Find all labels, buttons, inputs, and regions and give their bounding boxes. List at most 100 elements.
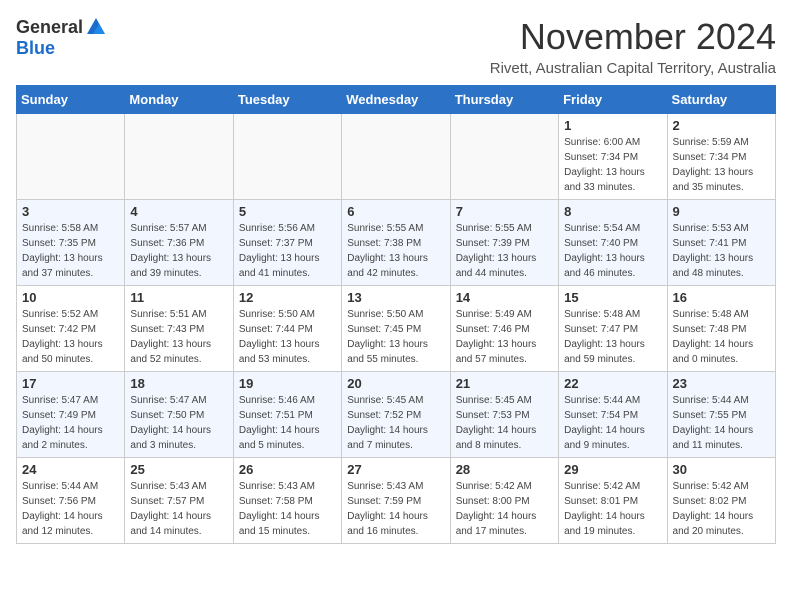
day-info: Sunrise: 5:53 AM Sunset: 7:41 PM Dayligh… [673,221,770,281]
day-number: 26 [239,462,336,477]
calendar-week-row: 10Sunrise: 5:52 AM Sunset: 7:42 PM Dayli… [17,286,776,372]
day-number: 4 [130,204,227,219]
day-info: Sunrise: 5:56 AM Sunset: 7:37 PM Dayligh… [239,221,336,281]
day-number: 17 [22,376,119,391]
table-row: 6 Sunrise: 5:55 AM Sunset: 7:38 PM Daylig… [342,200,450,286]
day-info: Sunrise: 5:57 AM Sunset: 7:36 PM Dayligh… [130,221,227,281]
day-number: 5 [239,204,336,219]
day-number: 15 [564,290,661,305]
calendar-table: Sunday Monday Tuesday Wednesday Thursday… [16,85,776,544]
month-title: November 2024 [490,16,776,58]
table-row: 11 Sunrise: 5:51 AM Sunset: 7:43 PM Dayli… [125,286,233,372]
table-row: 2 Sunrise: 5:59 AM Sunset: 7:34 PM Daylig… [667,114,775,200]
col-tuesday: Tuesday [233,86,341,114]
logo: General Blue [16,16,107,59]
day-info: Sunrise: 5:55 AM Sunset: 7:38 PM Dayligh… [347,221,444,281]
day-number: 6 [347,204,444,219]
day-info: Sunrise: 5:45 AM Sunset: 7:52 PM Dayligh… [347,393,444,453]
col-saturday: Saturday [667,86,775,114]
table-row: 14 Sunrise: 5:49 AM Sunset: 7:46 PM Dayli… [450,286,558,372]
calendar-header-row: Sunday Monday Tuesday Wednesday Thursday… [17,86,776,114]
day-info: Sunrise: 5:51 AM Sunset: 7:43 PM Dayligh… [130,307,227,367]
table-row: 22 Sunrise: 5:44 AM Sunset: 7:54 PM Dayli… [559,372,667,458]
logo-blue-text: Blue [16,38,55,58]
day-info: Sunrise: 5:47 AM Sunset: 7:50 PM Dayligh… [130,393,227,453]
day-info: Sunrise: 5:44 AM Sunset: 7:54 PM Dayligh… [564,393,661,453]
logo-general-text: General [16,17,83,38]
day-number: 14 [456,290,553,305]
table-row: 7 Sunrise: 5:55 AM Sunset: 7:39 PM Daylig… [450,200,558,286]
table-row: 9 Sunrise: 5:53 AM Sunset: 7:41 PM Daylig… [667,200,775,286]
table-row: 23Sunrise: 5:44 AM Sunset: 7:55 PM Dayli… [667,372,775,458]
table-row [450,114,558,200]
day-number: 11 [130,290,227,305]
day-number: 21 [456,376,553,391]
table-row [233,114,341,200]
table-row: 10Sunrise: 5:52 AM Sunset: 7:42 PM Dayli… [17,286,125,372]
logo-icon [85,16,107,38]
table-row: 12Sunrise: 5:50 AM Sunset: 7:44 PM Dayli… [233,286,341,372]
page-container: General Blue November 2024 Rivett, Austr… [0,0,792,554]
table-row: 18 Sunrise: 5:47 AM Sunset: 7:50 PM Dayli… [125,372,233,458]
day-number: 29 [564,462,661,477]
table-row: 21 Sunrise: 5:45 AM Sunset: 7:53 PM Dayli… [450,372,558,458]
table-row: 29 Sunrise: 5:42 AM Sunset: 8:01 PM Dayli… [559,458,667,544]
day-info: Sunrise: 5:48 AM Sunset: 7:48 PM Dayligh… [673,307,770,367]
day-info: Sunrise: 5:44 AM Sunset: 7:56 PM Dayligh… [22,479,119,539]
day-info: Sunrise: 5:45 AM Sunset: 7:53 PM Dayligh… [456,393,553,453]
table-row: 26 Sunrise: 5:43 AM Sunset: 7:58 PM Dayli… [233,458,341,544]
table-row: 13Sunrise: 5:50 AM Sunset: 7:45 PM Dayli… [342,286,450,372]
table-row: 17 Sunrise: 5:47 AM Sunset: 7:49 PM Dayli… [17,372,125,458]
day-info: Sunrise: 5:43 AM Sunset: 7:59 PM Dayligh… [347,479,444,539]
table-row: 4 Sunrise: 5:57 AM Sunset: 7:36 PM Daylig… [125,200,233,286]
day-info: Sunrise: 5:42 AM Sunset: 8:02 PM Dayligh… [673,479,770,539]
day-number: 19 [239,376,336,391]
col-thursday: Thursday [450,86,558,114]
day-info: Sunrise: 5:43 AM Sunset: 7:58 PM Dayligh… [239,479,336,539]
day-number: 27 [347,462,444,477]
day-number: 8 [564,204,661,219]
table-row [17,114,125,200]
day-number: 13 [347,290,444,305]
day-number: 12 [239,290,336,305]
day-info: Sunrise: 5:42 AM Sunset: 8:00 PM Dayligh… [456,479,553,539]
table-row: 3Sunrise: 5:58 AM Sunset: 7:35 PM Daylig… [17,200,125,286]
day-info: Sunrise: 5:55 AM Sunset: 7:39 PM Dayligh… [456,221,553,281]
table-row: 5 Sunrise: 5:56 AM Sunset: 7:37 PM Daylig… [233,200,341,286]
day-info: Sunrise: 5:49 AM Sunset: 7:46 PM Dayligh… [456,307,553,367]
calendar-week-row: 24 Sunrise: 5:44 AM Sunset: 7:56 PM Dayli… [17,458,776,544]
day-info: Sunrise: 5:47 AM Sunset: 7:49 PM Dayligh… [22,393,119,453]
day-info: Sunrise: 5:52 AM Sunset: 7:42 PM Dayligh… [22,307,119,367]
table-row: 25Sunrise: 5:43 AM Sunset: 7:57 PM Dayli… [125,458,233,544]
day-number: 16 [673,290,770,305]
day-number: 22 [564,376,661,391]
day-info: Sunrise: 5:44 AM Sunset: 7:55 PM Dayligh… [673,393,770,453]
col-sunday: Sunday [17,86,125,114]
table-row: 16 Sunrise: 5:48 AM Sunset: 7:48 PM Dayli… [667,286,775,372]
day-number: 9 [673,204,770,219]
day-number: 7 [456,204,553,219]
day-number: 2 [673,118,770,133]
day-info: Sunrise: 5:42 AM Sunset: 8:01 PM Dayligh… [564,479,661,539]
table-row [342,114,450,200]
table-row: 27 Sunrise: 5:43 AM Sunset: 7:59 PM Dayli… [342,458,450,544]
day-info: Sunrise: 5:59 AM Sunset: 7:34 PM Dayligh… [673,135,770,195]
table-row: 24 Sunrise: 5:44 AM Sunset: 7:56 PM Dayli… [17,458,125,544]
calendar-week-row: 17 Sunrise: 5:47 AM Sunset: 7:49 PM Dayli… [17,372,776,458]
day-info: Sunrise: 5:54 AM Sunset: 7:40 PM Dayligh… [564,221,661,281]
table-row: 30Sunrise: 5:42 AM Sunset: 8:02 PM Dayli… [667,458,775,544]
day-info: Sunrise: 6:00 AM Sunset: 7:34 PM Dayligh… [564,135,661,195]
col-friday: Friday [559,86,667,114]
table-row: 19Sunrise: 5:46 AM Sunset: 7:51 PM Dayli… [233,372,341,458]
table-row: 15 Sunrise: 5:48 AM Sunset: 7:47 PM Dayli… [559,286,667,372]
calendar-week-row: 3Sunrise: 5:58 AM Sunset: 7:35 PM Daylig… [17,200,776,286]
day-info: Sunrise: 5:48 AM Sunset: 7:47 PM Dayligh… [564,307,661,367]
location-subtitle: Rivett, Australian Capital Territory, Au… [490,60,776,77]
day-info: Sunrise: 5:43 AM Sunset: 7:57 PM Dayligh… [130,479,227,539]
title-section: November 2024 Rivett, Australian Capital… [490,16,776,77]
day-number: 3 [22,204,119,219]
day-number: 24 [22,462,119,477]
table-row [125,114,233,200]
table-row: 8 Sunrise: 5:54 AM Sunset: 7:40 PM Daylig… [559,200,667,286]
day-number: 18 [130,376,227,391]
